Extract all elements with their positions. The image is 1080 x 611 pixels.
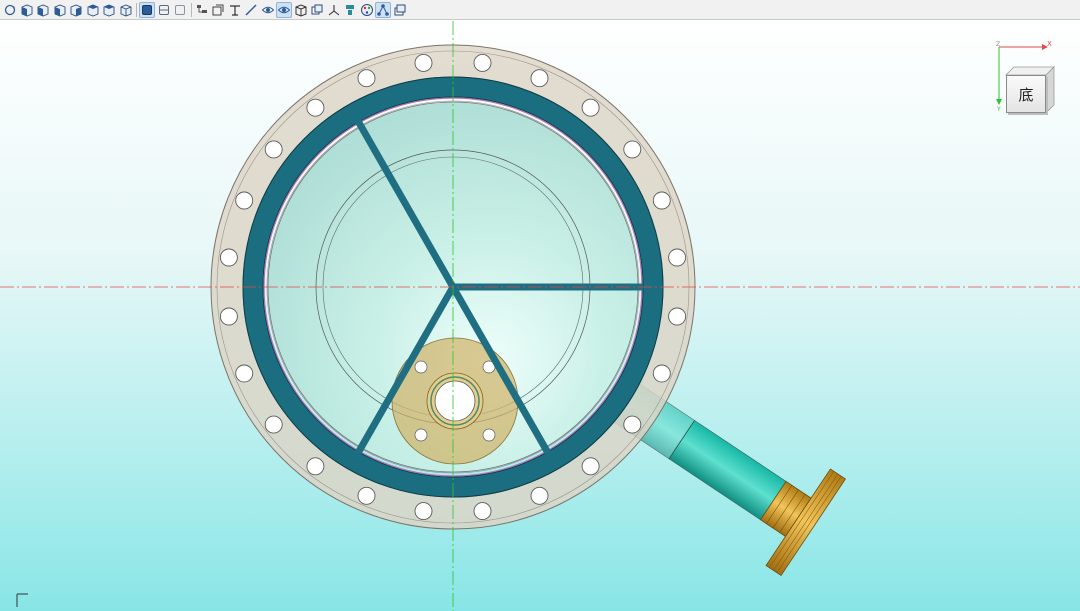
hide-icon (261, 6, 274, 13)
palette-icon (360, 3, 373, 16)
bolt-hole (264, 140, 283, 159)
layers-button[interactable] (392, 2, 408, 18)
dimension-button[interactable] (227, 2, 243, 18)
bolt-hole (306, 457, 325, 476)
section-view-button[interactable] (210, 2, 226, 18)
bolt-hole (219, 307, 238, 326)
measure-button[interactable] (243, 2, 259, 18)
bolt-hole (473, 502, 492, 521)
hide-button[interactable] (260, 2, 276, 18)
show-all-button[interactable] (276, 1, 292, 18)
structure-button[interactable] (375, 1, 391, 18)
show-all-icon (277, 6, 291, 13)
view-front-icon (21, 4, 32, 16)
rotate-view-button[interactable] (2, 2, 18, 18)
toolbar-separator (190, 2, 192, 17)
bolt-hole (652, 364, 671, 383)
3d-viewport[interactable]: X Z Y 底 (0, 21, 1080, 611)
view-right-icon (70, 4, 82, 16)
bolt-hole (473, 53, 492, 72)
axis-triad-button[interactable] (326, 2, 342, 18)
explode-icon (346, 4, 354, 15)
wireframe-mode-button[interactable] (156, 2, 172, 18)
wireframe-mode-icon (158, 4, 169, 15)
view-top-icon (87, 4, 98, 16)
origin-marker (16, 593, 28, 607)
axis-z-label: Z (996, 41, 1000, 48)
bolt-hole (652, 191, 671, 210)
view-left-button[interactable] (52, 2, 68, 18)
view-isometric-button[interactable] (118, 2, 134, 18)
view-back-icon (37, 4, 49, 16)
explode-button[interactable] (342, 2, 358, 18)
bolt-hole (414, 502, 433, 521)
view-isometric-icon (120, 4, 131, 16)
bolt-hole (235, 364, 254, 383)
view-cube-face-label[interactable]: 底 (1006, 75, 1046, 113)
view-bottom-button[interactable] (101, 2, 117, 18)
structure-icon (377, 3, 389, 16)
axis-x-label: X (1047, 41, 1052, 48)
part-button[interactable] (293, 2, 309, 18)
model-tree-icon (196, 4, 207, 13)
bolt-hole (623, 415, 642, 434)
bolt-hole (581, 457, 600, 476)
bolt-hole (530, 69, 549, 88)
model-tree-button[interactable] (194, 2, 210, 18)
cad-viewer-window: X Z Y 底 (0, 0, 1080, 611)
toolbar-separator (136, 2, 137, 17)
assembly-icon (311, 4, 323, 14)
palette-button[interactable] (359, 2, 375, 18)
shaded-mode-button[interactable] (139, 1, 155, 18)
axis-y-label: Y (996, 106, 1001, 111)
hidden-line-mode-button[interactable] (172, 2, 188, 18)
bolt-hole (219, 248, 238, 267)
measure-icon (245, 3, 257, 16)
bolt-hole (530, 486, 549, 505)
assembly-button[interactable] (309, 2, 325, 18)
model-scene[interactable] (0, 21, 1080, 611)
view-bottom-icon (103, 4, 115, 16)
view-right-button[interactable] (68, 2, 84, 18)
bolt-hole (623, 140, 642, 159)
bolt-hole (235, 191, 254, 210)
bolt-hole (357, 486, 376, 505)
view-front-button[interactable] (19, 2, 35, 18)
section-view-icon (212, 4, 224, 15)
bolt-hole (264, 415, 283, 434)
hidden-line-mode-icon (175, 4, 185, 15)
view-top-button[interactable] (85, 2, 101, 18)
bolt-hole (306, 98, 325, 117)
view-left-icon (54, 4, 65, 16)
shaded-mode-icon (142, 4, 152, 15)
rotate-view-icon (4, 4, 16, 15)
bolt-hole (668, 248, 687, 267)
layers-icon (394, 4, 405, 15)
bolt-hole (581, 98, 600, 117)
dimension-icon (229, 4, 240, 16)
view-cube[interactable]: X Z Y 底 (992, 41, 1058, 113)
axis-triad-icon (328, 4, 339, 15)
bolt-hole (414, 53, 433, 72)
view-toolbar (0, 0, 1080, 20)
bolt-hole (357, 69, 376, 88)
view-back-button[interactable] (35, 2, 51, 18)
part-icon (295, 3, 306, 17)
bolt-hole (668, 307, 687, 326)
